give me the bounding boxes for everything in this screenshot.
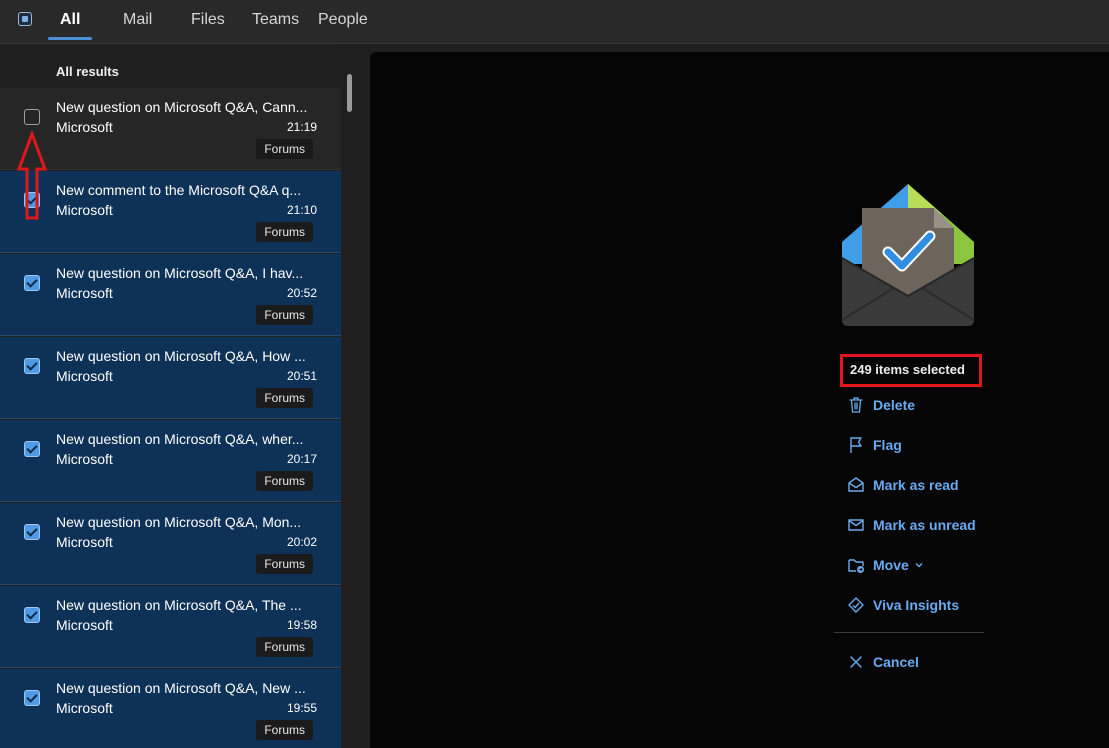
list-item[interactable]: New question on Microsoft Q&A, The ... M… xyxy=(0,586,341,668)
message-sender: Microsoft xyxy=(56,285,113,301)
message-subject: New question on Microsoft Q&A, How ... xyxy=(56,348,306,364)
message-sender: Microsoft xyxy=(56,451,113,467)
envelope-check-illustration-icon xyxy=(841,184,975,326)
envelope-icon xyxy=(848,519,864,531)
open-envelope-icon xyxy=(848,477,864,492)
mark-as-unread-button[interactable]: Mark as unread xyxy=(846,515,976,535)
tab-mail[interactable]: Mail xyxy=(123,11,152,29)
cancel-button[interactable]: Cancel xyxy=(846,652,919,672)
list-item[interactable]: New comment to the Microsoft Q&A q... Mi… xyxy=(0,171,341,253)
message-subject: New question on Microsoft Q&A, Mon... xyxy=(56,514,302,530)
message-sender: Microsoft xyxy=(56,700,113,716)
message-time: 21:19 xyxy=(286,120,317,134)
message-time: 19:55 xyxy=(286,701,317,715)
tab-teams[interactable]: Teams xyxy=(252,11,299,29)
message-sender: Microsoft xyxy=(56,119,113,135)
message-subject: New question on Microsoft Q&A, New ... xyxy=(56,680,306,696)
tab-people[interactable]: People xyxy=(318,11,368,29)
message-subject: New question on Microsoft Q&A, Cann... xyxy=(56,99,308,115)
message-subject: New question on Microsoft Q&A, The ... xyxy=(56,597,302,613)
viva-insights-icon xyxy=(848,597,864,613)
close-icon xyxy=(850,656,862,668)
category-tag[interactable]: Forums xyxy=(256,222,313,242)
list-item[interactable]: New question on Microsoft Q&A, Mon... Mi… xyxy=(0,503,341,585)
message-time: 20:52 xyxy=(286,286,317,300)
top-tab-bar: All Mail Files Teams People xyxy=(0,0,1109,44)
row-checkbox[interactable] xyxy=(24,607,40,623)
trash-icon xyxy=(849,397,863,413)
active-tab-indicator xyxy=(48,37,92,40)
category-tag[interactable]: Forums xyxy=(256,554,313,574)
viva-insights-label: Viva Insights xyxy=(873,597,960,613)
message-sender: Microsoft xyxy=(56,534,113,550)
viva-insights-button[interactable]: Viva Insights xyxy=(846,595,959,615)
chevron-down-icon xyxy=(915,563,923,568)
mark-as-read-button[interactable]: Mark as read xyxy=(846,475,959,495)
mark-as-read-label: Mark as read xyxy=(873,477,959,493)
category-tag[interactable]: Forums xyxy=(256,720,313,740)
tab-files[interactable]: Files xyxy=(191,11,225,29)
category-tag[interactable]: Forums xyxy=(256,305,313,325)
reading-pane xyxy=(370,52,1109,748)
mark-as-unread-label: Mark as unread xyxy=(873,517,976,533)
select-all-checkbox[interactable] xyxy=(18,12,32,26)
delete-label: Delete xyxy=(873,397,916,413)
message-subject: New question on Microsoft Q&A, I hav... xyxy=(56,265,304,281)
cancel-label: Cancel xyxy=(873,654,919,670)
list-scrollbar[interactable] xyxy=(347,74,352,112)
message-sender: Microsoft xyxy=(56,202,113,218)
list-header: All results xyxy=(56,64,119,79)
row-checkbox[interactable] xyxy=(24,358,40,374)
category-tag[interactable]: Forums xyxy=(256,139,313,159)
category-tag[interactable]: Forums xyxy=(256,388,313,408)
delete-button[interactable]: Delete xyxy=(846,395,915,415)
list-item[interactable]: New question on Microsoft Q&A, wher... M… xyxy=(0,420,341,502)
list-item[interactable]: New question on Microsoft Q&A, Cann... M… xyxy=(0,88,341,170)
row-checkbox[interactable] xyxy=(24,441,40,457)
divider xyxy=(834,632,984,633)
flag-label: Flag xyxy=(873,437,902,453)
tab-all[interactable]: All xyxy=(60,11,80,29)
folder-move-icon xyxy=(848,559,864,573)
annotation-arrow-icon xyxy=(16,131,48,220)
row-checkbox[interactable] xyxy=(24,109,40,125)
category-tag[interactable]: Forums xyxy=(256,471,313,491)
message-sender: Microsoft xyxy=(56,617,113,633)
message-sender: Microsoft xyxy=(56,368,113,384)
row-checkbox[interactable] xyxy=(24,524,40,540)
list-item[interactable]: New question on Microsoft Q&A, New ... M… xyxy=(0,669,341,748)
row-checkbox[interactable] xyxy=(24,690,40,706)
message-subject: New question on Microsoft Q&A, wher... xyxy=(56,431,304,447)
row-checkbox[interactable] xyxy=(24,275,40,291)
move-label: Move xyxy=(873,557,909,573)
message-time: 20:51 xyxy=(286,369,317,383)
selected-count: 249 items selected xyxy=(850,362,965,377)
message-time: 19:58 xyxy=(286,618,317,632)
list-item[interactable]: New question on Microsoft Q&A, How ... M… xyxy=(0,337,341,419)
flag-button[interactable]: Flag xyxy=(846,435,902,455)
message-time: 20:02 xyxy=(286,535,317,549)
message-time: 21:10 xyxy=(286,203,317,217)
list-item[interactable]: New question on Microsoft Q&A, I hav... … xyxy=(0,254,341,336)
flag-icon xyxy=(850,437,862,453)
message-time: 20:17 xyxy=(286,452,317,466)
message-list: All results New question on Microsoft Q&… xyxy=(0,44,341,748)
message-subject: New comment to the Microsoft Q&A q... xyxy=(56,182,302,198)
category-tag[interactable]: Forums xyxy=(256,637,313,657)
move-button[interactable]: Move xyxy=(846,555,924,575)
